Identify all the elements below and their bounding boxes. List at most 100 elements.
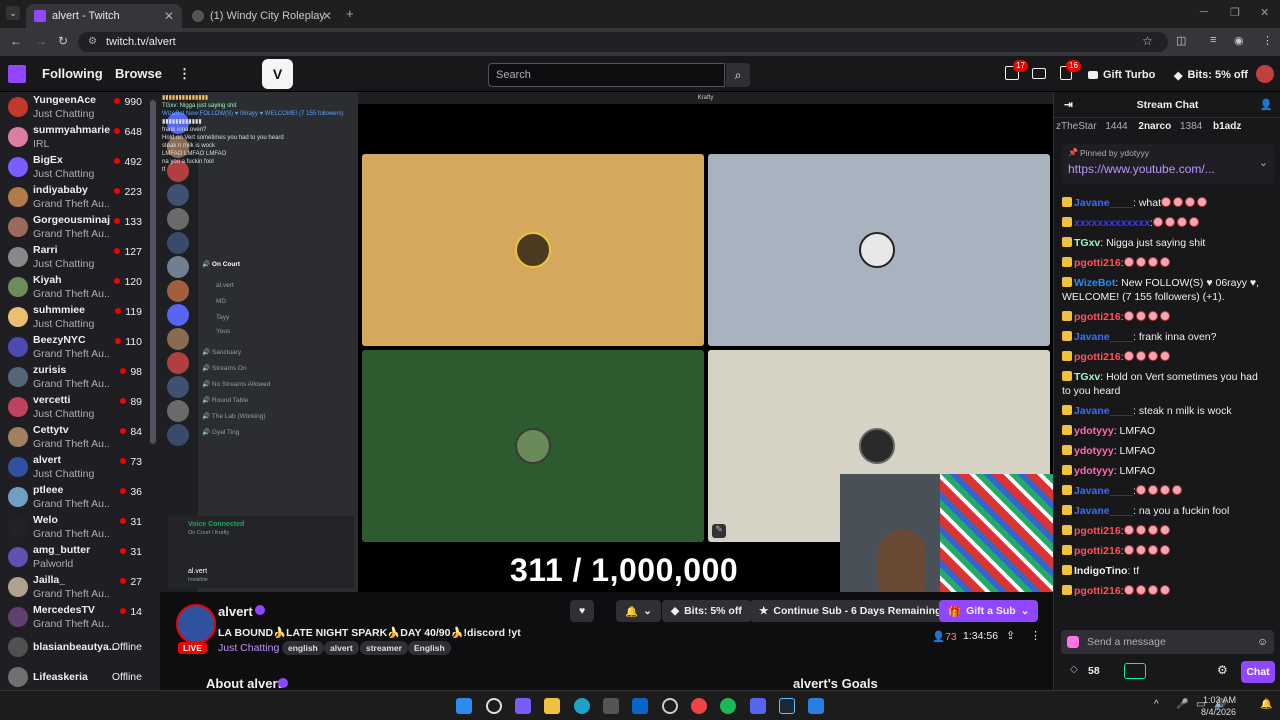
voice-channel[interactable]: 🔊 Sanctuary <box>202 348 241 356</box>
chat-username[interactable]: ydotyyy <box>1074 425 1114 437</box>
discord-server-icon[interactable] <box>167 376 189 398</box>
chat-username[interactable]: TGxv <box>1074 237 1100 249</box>
chat-username[interactable]: TGxv <box>1074 371 1100 383</box>
sidebar-channel[interactable]: Rarri Just Chatting 127 <box>0 242 150 272</box>
chat-username[interactable]: pgotti216 <box>1074 351 1121 363</box>
sidebar-channel[interactable]: blasianbeautya... Offline <box>0 632 150 662</box>
spotify-icon[interactable] <box>720 698 736 714</box>
gift-sub-button[interactable]: 🎁 Gift a Sub ⌄ <box>939 600 1039 622</box>
nav-browse[interactable]: Browse <box>115 66 162 81</box>
chat-username[interactable]: Javane____ <box>1074 485 1133 497</box>
notification-bell-button[interactable]: 🔔 ⌄ <box>616 600 661 622</box>
collapse-chat-icon[interactable]: ⇥ <box>1064 92 1073 118</box>
tab-list-button[interactable]: ⌄ <box>6 6 20 20</box>
bookmark-star-icon[interactable]: ☆ <box>1142 34 1153 48</box>
chat-message[interactable]: pgotti216: <box>1062 524 1266 538</box>
sidebar-scrollbar[interactable] <box>150 100 156 444</box>
bits-input-icon[interactable] <box>1067 636 1079 648</box>
reload-icon[interactable]: ↻ <box>58 34 68 48</box>
extensions-icon[interactable]: ◫ <box>1176 34 1186 47</box>
nav-following[interactable]: Following <box>42 66 103 81</box>
tray-chevron-icon[interactable]: ^ <box>1154 699 1159 710</box>
sidebar-channel[interactable]: Kiyah Grand Theft Au... 120 <box>0 272 150 302</box>
steam-icon[interactable] <box>779 698 795 714</box>
chat-message[interactable]: IndigoTino: tf <box>1062 564 1266 578</box>
chat-username[interactable]: IndigoTino <box>1074 565 1127 577</box>
maximize-icon[interactable]: ❐ <box>1230 6 1240 19</box>
sidebar-channel[interactable]: suhmmiee Just Chatting 119 <box>0 302 150 332</box>
menu-icon[interactable]: ⋮ <box>1262 34 1273 47</box>
discord-server-icon[interactable] <box>167 280 189 302</box>
close-window-icon[interactable]: ✕ <box>1260 6 1269 19</box>
sidebar-channel[interactable]: YungeenAce Just Chatting 990 <box>0 92 150 122</box>
chat-message[interactable]: ydotyyy: LMFAO <box>1062 444 1266 458</box>
bits-button[interactable]: ◆ Bits: 5% off <box>662 600 751 622</box>
channel-avatar[interactable] <box>176 604 216 644</box>
chat-username[interactable]: pgotti216 <box>1074 525 1121 537</box>
settings-icon[interactable] <box>662 698 678 714</box>
discord-server-icon[interactable] <box>167 256 189 278</box>
new-tab-button[interactable]: + <box>346 6 354 21</box>
close-tab-icon[interactable]: ✕ <box>322 9 332 23</box>
chat-username[interactable]: pgotti216 <box>1074 257 1121 269</box>
sidebar-channel[interactable]: summyahmarie IRL 648 <box>0 122 150 152</box>
sidebar-channel[interactable]: alvert Just Chatting 73 <box>0 452 150 482</box>
chat-message[interactable]: pgotti216: <box>1062 584 1266 598</box>
voice-channel[interactable]: 🔊 Streams On <box>202 364 247 372</box>
chat-username[interactable]: ydotyyy <box>1074 445 1114 457</box>
discord-server-icon[interactable] <box>167 328 189 350</box>
channel-points-icon[interactable]: ◇ <box>1070 664 1078 675</box>
continue-sub-button[interactable]: ★ Continue Sub - 6 Days Remaining <box>750 600 951 622</box>
notification-center-icon[interactable]: 🔔 <box>1260 699 1272 710</box>
chat-username[interactable]: Javane____ <box>1074 405 1133 417</box>
chat-message[interactable]: ydotyyy: LMFAO <box>1062 424 1266 438</box>
discord-icon[interactable] <box>750 698 766 714</box>
file-explorer-icon[interactable] <box>544 698 560 714</box>
edge-icon[interactable] <box>574 698 590 714</box>
forward-icon[interactable]: → <box>35 34 47 48</box>
chat-username[interactable]: pgotti216 <box>1074 585 1121 597</box>
chat-send-button[interactable]: Chat <box>1241 661 1275 683</box>
pinned-message[interactable]: 📌 Pinned by ydotyyy https://www.youtube.… <box>1062 144 1274 184</box>
settings-icon[interactable]: ⚙ <box>1217 663 1228 677</box>
tab-alvert[interactable]: alvert - Twitch ✕ <box>26 4 182 28</box>
user-avatar[interactable] <box>1256 65 1274 83</box>
discord-server-icon[interactable] <box>167 400 189 422</box>
stream-tag[interactable]: english <box>282 641 324 655</box>
twitch-logo-icon[interactable] <box>8 65 26 83</box>
sidebar-channel[interactable]: BeezyNYC Grand Theft Au... 110 <box>0 332 150 362</box>
chat-message[interactable]: Javane____: <box>1062 484 1266 498</box>
chat-message[interactable]: ydotyyy: LMFAO <box>1062 464 1266 478</box>
pinned-link[interactable]: https://www.youtube.com/... <box>1068 162 1215 176</box>
voice-channel[interactable]: 🔊 Gyal Ting <box>202 428 239 436</box>
discord-server-icon[interactable] <box>167 424 189 446</box>
chat-message[interactable]: Javane____: frank inna oven? <box>1062 330 1266 344</box>
chevron-down-icon[interactable]: ⌄ <box>1259 156 1268 169</box>
sidebar-channel[interactable]: Cettytv Grand Theft Au... 84 <box>0 422 150 452</box>
extension-logo-icon[interactable]: V <box>262 59 293 89</box>
voice-channel[interactable]: 🔊 No Streams Allowed <box>202 380 270 388</box>
chat-input[interactable]: Send a message ☺ <box>1061 630 1274 654</box>
chat-message[interactable]: pgotti216: <box>1062 350 1266 364</box>
chat-message[interactable]: Javane____: steak n milk is wock <box>1062 404 1266 418</box>
chat-username[interactable]: Javane____ <box>1074 331 1133 343</box>
stream-category[interactable]: Just Chatting <box>218 642 279 654</box>
discord-server-icon[interactable] <box>167 352 189 374</box>
discord-server-icon[interactable] <box>167 304 189 326</box>
back-icon[interactable]: ← <box>10 34 22 48</box>
chat-message[interactable]: Javane____: what <box>1062 196 1266 210</box>
chat-message[interactable]: TGxv: Nigga just saying shit <box>1062 236 1266 250</box>
more-options-icon[interactable]: ⋮ <box>1030 629 1041 642</box>
sidebar-channel[interactable]: BigEx Just Chatting 492 <box>0 152 150 182</box>
sidebar-channel[interactable]: ptleee Grand Theft Au... 36 <box>0 482 150 512</box>
chat-username[interactable]: pgotti216 <box>1074 545 1121 557</box>
chat-username[interactable]: pgotti216 <box>1074 311 1121 323</box>
emote-picker-icon[interactable]: ☺ <box>1257 630 1268 654</box>
chat-message[interactable]: xxxxxxxxxxxxx: <box>1062 216 1266 230</box>
close-tab-icon[interactable]: ✕ <box>164 9 174 23</box>
chat-username[interactable]: Javane____ <box>1074 197 1133 209</box>
search-input[interactable]: Search <box>488 63 725 87</box>
mic-icon[interactable]: 🎤 <box>1176 699 1188 710</box>
site-info-icon[interactable]: ⚙ <box>88 32 97 52</box>
sidebar-channel[interactable]: Gorgeousminaj Grand Theft Au... 133 <box>0 212 150 242</box>
